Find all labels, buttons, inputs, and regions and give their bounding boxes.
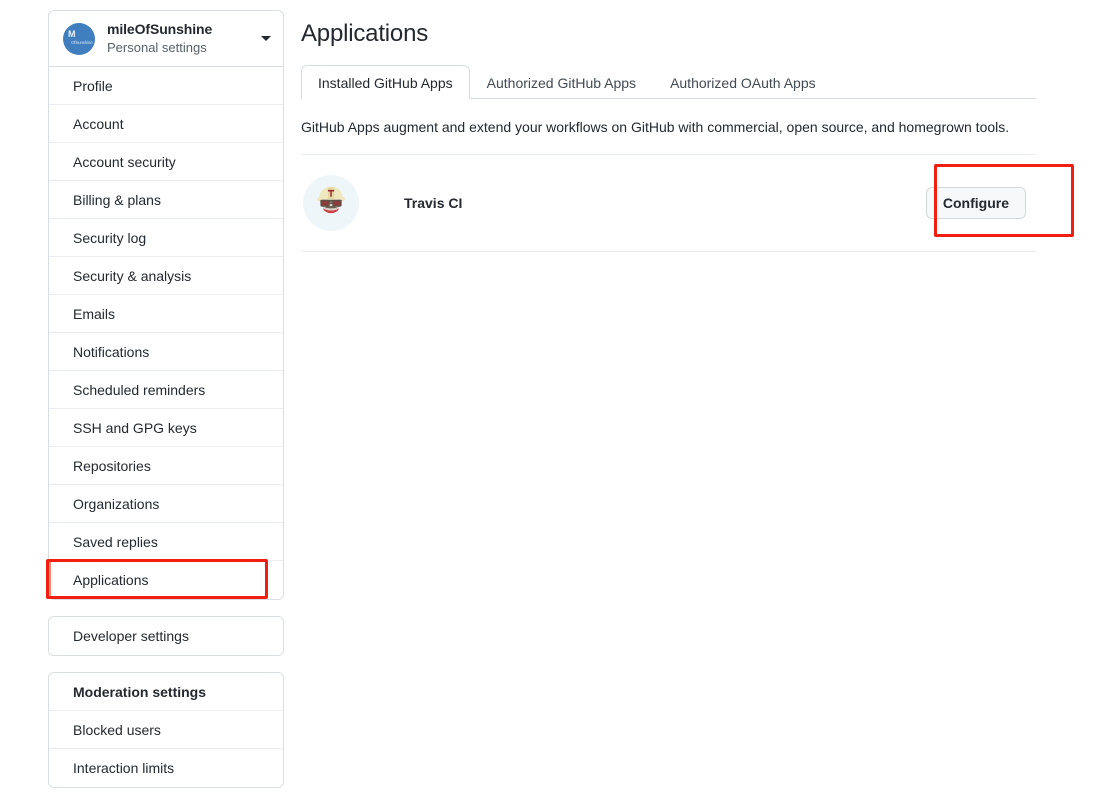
- sidebar-group-personal: M OfSunshine mileOfSunshine Personal set…: [48, 10, 284, 600]
- tab-installed-github-apps[interactable]: Installed GitHub Apps: [301, 65, 470, 99]
- tab-label: Installed GitHub Apps: [318, 75, 453, 91]
- sidebar-item-security-analysis[interactable]: Security & analysis: [49, 257, 283, 295]
- sidebar-item-interaction-limits[interactable]: Interaction limits: [49, 749, 283, 787]
- app-name: Travis CI: [404, 195, 463, 211]
- sidebar-item-security-log[interactable]: Security log: [49, 219, 283, 257]
- sidebar-item-label: Scheduled reminders: [73, 381, 206, 398]
- sidebar-item-label: Account security: [73, 153, 176, 170]
- sidebar-item-label: Repositories: [73, 457, 151, 474]
- sidebar-item-label: Organizations: [73, 495, 160, 512]
- settings-page: M OfSunshine mileOfSunshine Personal set…: [0, 0, 1108, 805]
- sidebar-item-blocked-users[interactable]: Blocked users: [49, 711, 283, 749]
- sidebar-item-billing-plans[interactable]: Billing & plans: [49, 181, 283, 219]
- chevron-down-icon[interactable]: [261, 36, 271, 41]
- configure-button[interactable]: Configure: [925, 187, 1026, 219]
- sidebar-item-label: Billing & plans: [73, 191, 161, 208]
- sidebar-item-label: Developer settings: [73, 628, 189, 644]
- profile-subtitle: Personal settings: [107, 40, 207, 55]
- tab-label: Authorized GitHub Apps: [486, 75, 637, 91]
- settings-sidebar: M OfSunshine mileOfSunshine Personal set…: [48, 10, 284, 788]
- sidebar-item-developer-settings[interactable]: Developer settings: [49, 617, 283, 655]
- applications-tabs: Installed GitHub Apps Authorized GitHub …: [301, 64, 1036, 99]
- sidebar-item-profile[interactable]: Profile: [49, 67, 283, 105]
- sidebar-item-label: Interaction limits: [73, 760, 175, 776]
- profile-username: mileOfSunshine: [107, 21, 213, 37]
- page-title: Applications: [301, 20, 429, 47]
- sidebar-item-label: Applications: [73, 572, 149, 588]
- sidebar-item-scheduled-reminders[interactable]: Scheduled reminders: [49, 371, 283, 409]
- sidebar-item-organizations[interactable]: Organizations: [49, 485, 283, 523]
- sidebar-item-label: Emails: [73, 305, 116, 322]
- profile-switcher[interactable]: M OfSunshine mileOfSunshine Personal set…: [49, 11, 283, 67]
- sidebar-item-label: Notifications: [73, 343, 150, 360]
- sidebar-item-label: Profile: [73, 77, 113, 94]
- sidebar-item-label: Security log: [73, 229, 147, 246]
- tab-authorized-github-apps[interactable]: Authorized GitHub Apps: [470, 65, 653, 99]
- profile-text: mileOfSunshine Personal settings: [107, 21, 253, 56]
- sidebar-item-label: Moderation settings: [73, 683, 207, 700]
- sidebar-item-ssh-gpg-keys[interactable]: SSH and GPG keys: [49, 409, 283, 447]
- app-list-item: Travis CI Configure: [301, 155, 1036, 252]
- sidebar-item-notifications[interactable]: Notifications: [49, 333, 283, 371]
- travis-ci-logo-icon: [303, 175, 359, 231]
- sidebar-item-label: Saved replies: [73, 533, 158, 550]
- sidebar-group-moderation: Moderation settings Blocked users Intera…: [48, 672, 284, 788]
- avatar: M OfSunshine: [63, 22, 95, 55]
- main-content: Applications Installed GitHub Apps Autho…: [301, 18, 1036, 252]
- sidebar-item-account[interactable]: Account: [49, 105, 283, 143]
- avatar-initial: M: [68, 28, 76, 39]
- sidebar-item-emails[interactable]: Emails: [49, 295, 283, 333]
- tab-label: Authorized OAuth Apps: [670, 75, 816, 91]
- sidebar-item-account-security[interactable]: Account security: [49, 143, 283, 181]
- sidebar-item-label: Account: [73, 115, 124, 132]
- tab-authorized-oauth-apps[interactable]: Authorized OAuth Apps: [653, 65, 833, 99]
- section-description: GitHub Apps augment and extend your work…: [301, 99, 1036, 155]
- sidebar-item-label: SSH and GPG keys: [73, 419, 197, 436]
- sidebar-item-repositories[interactable]: Repositories: [49, 447, 283, 485]
- sidebar-heading-moderation-settings: Moderation settings: [49, 673, 283, 711]
- sidebar-item-applications[interactable]: Applications: [49, 561, 283, 599]
- sidebar-item-saved-replies[interactable]: Saved replies: [49, 523, 283, 561]
- sidebar-group-developer: Developer settings: [48, 616, 284, 656]
- sidebar-item-label: Blocked users: [73, 721, 161, 738]
- sidebar-item-label: Security & analysis: [73, 267, 192, 284]
- avatar-subtext: OfSunshine: [71, 39, 93, 45]
